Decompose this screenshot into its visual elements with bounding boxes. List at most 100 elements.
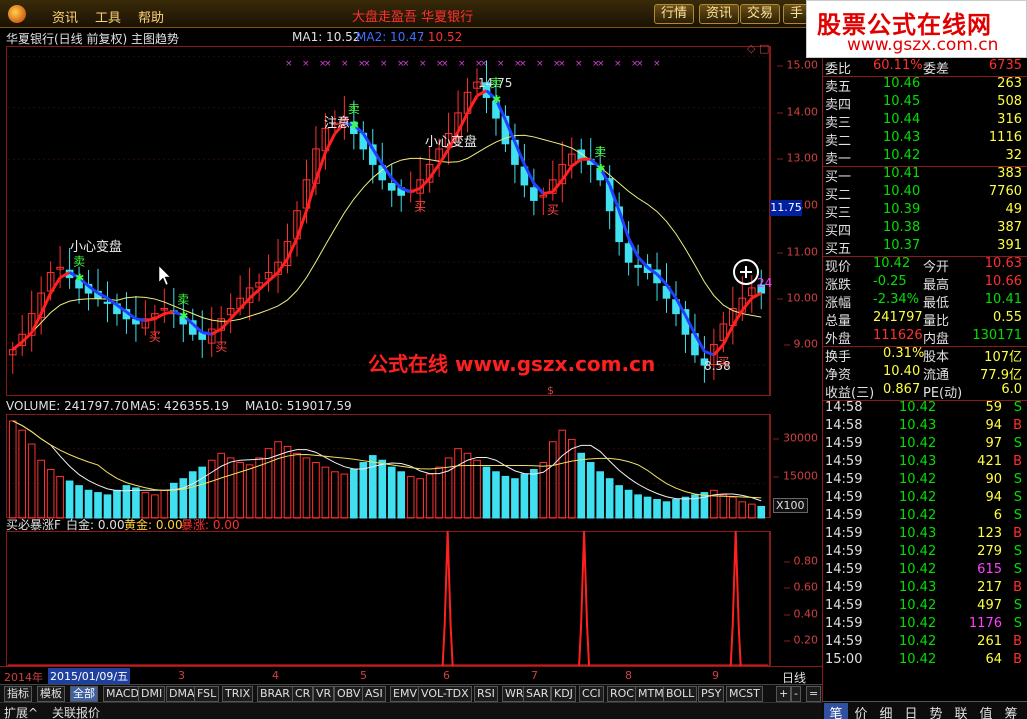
tick-price: 10.43	[899, 418, 937, 433]
stat-value: -0.25	[873, 274, 907, 289]
volume-bar	[340, 473, 349, 519]
tab-control-button[interactable]: =	[806, 686, 822, 702]
tick-time: 14:59	[825, 472, 863, 487]
stat-value: 130171	[972, 328, 1022, 343]
indicator-tab[interactable]: DMI	[138, 686, 166, 702]
volume-bar	[530, 468, 538, 519]
tick-volume: 1176	[968, 616, 1002, 631]
indicator-tab[interactable]: DMA	[166, 686, 198, 702]
volume-bar	[473, 459, 481, 519]
indicator-tab[interactable]: 模板	[37, 686, 65, 702]
diff-value: 6735	[988, 58, 1022, 73]
date-month-label: 7	[531, 669, 538, 682]
indicator-tab[interactable]: MACD	[103, 686, 142, 702]
bid-volume: 391	[997, 238, 1022, 253]
indicator-tab[interactable]: ROC	[607, 686, 637, 702]
indicator-tab[interactable]: VR	[313, 686, 335, 702]
news-button[interactable]: 资讯	[699, 4, 740, 24]
stat-value: 10.66	[984, 274, 1022, 289]
indicator-tab[interactable]: CCI	[579, 686, 604, 702]
bid-price: 10.39	[883, 202, 921, 217]
indicator-tab[interactable]: SAR	[523, 686, 552, 702]
tick-price: 10.42	[899, 652, 937, 667]
quote-footer-tab[interactable]: 笔	[824, 703, 848, 719]
top-marker-icon: ×	[285, 59, 293, 69]
indicator-tab[interactable]: ASI	[362, 686, 386, 702]
tick-side: B	[1013, 580, 1022, 595]
indicator-tab[interactable]: EMV	[390, 686, 420, 702]
menu-news[interactable]: 资讯	[52, 7, 78, 26]
ma-trend-segment	[239, 297, 251, 310]
sell-signal-label: 卖	[73, 255, 85, 269]
watermark-overlay: 公式在线 www.gszx.com.cn	[368, 352, 656, 376]
indicator-tab[interactable]: PSY	[698, 686, 725, 702]
candle-body	[103, 301, 112, 304]
volume-bar	[653, 499, 661, 519]
trade-button[interactable]: 交易	[740, 4, 781, 24]
quote-footer-tab[interactable]: 细	[874, 703, 898, 719]
tick-side: B	[1013, 418, 1022, 433]
ma-trend-segment	[410, 186, 421, 194]
indicator-tab[interactable]: BOLL	[663, 686, 698, 702]
fundamental-value: 77.9亿	[980, 368, 1022, 383]
tick-volume: 421	[977, 454, 1002, 469]
related-quotes-button[interactable]: 关联报价	[52, 704, 100, 719]
quote-footer-tab[interactable]: 筹	[999, 703, 1023, 719]
quote-footer-tab[interactable]: 势	[924, 703, 948, 719]
sell-signal-label: 卖	[177, 292, 189, 306]
quote-footer-tab[interactable]: 值	[974, 703, 998, 719]
ma-trend-segment	[703, 349, 715, 357]
volume-bar	[672, 499, 680, 519]
top-marker-icon: ×	[597, 59, 605, 69]
stat-value: 0.55	[993, 310, 1022, 325]
quote-footer-tab[interactable]: 联	[949, 703, 973, 719]
volume-bar	[226, 457, 235, 519]
indicator-tab[interactable]: OBV	[334, 686, 364, 702]
tick-time: 14:59	[825, 616, 863, 631]
tick-row: 14:59 10.42 97 S	[823, 436, 1027, 454]
menu-tools[interactable]: 工具	[95, 7, 121, 26]
indicator-tab[interactable]: CR	[292, 686, 314, 702]
tab-control-button[interactable]: +	[776, 686, 792, 702]
indicator-tab[interactable]: BRAR	[257, 686, 293, 702]
volume-bar	[293, 452, 301, 519]
indicator-tab[interactable]: FSL	[194, 686, 220, 702]
ask-row: 卖二 10.43 1116	[823, 130, 1027, 149]
quotes-button[interactable]: 行情	[654, 4, 695, 24]
expand-button[interactable]: 扩展^	[4, 704, 38, 719]
app-logo-icon[interactable]	[8, 5, 26, 23]
volume-bar	[132, 487, 140, 519]
indicator-tab[interactable]: KDJ	[551, 686, 576, 702]
tick-volume: 97	[985, 436, 1002, 451]
chart-area[interactable]: 华夏银行(日线 前复权) 主图趋势 MA1: 10.52 MA2: 10.47 …	[0, 28, 822, 684]
tick-side: B	[1013, 454, 1022, 469]
quote-footer-tab[interactable]: 日	[899, 703, 923, 719]
volume-bar	[350, 468, 358, 519]
ma-trend-segment	[210, 327, 222, 336]
top-marker-icon: ×	[302, 59, 310, 69]
ask-row: 卖一 10.42 32	[823, 148, 1027, 167]
fundamental-label: 净资	[825, 368, 852, 383]
indicator-tab[interactable]: MTM	[635, 686, 667, 702]
stat-label: 最低	[923, 296, 950, 311]
indicator-tab[interactable]: VOL-TDX	[418, 686, 472, 702]
volume-bar	[729, 496, 737, 519]
indicator-tab[interactable]: 指标	[4, 686, 32, 702]
indicator-tab[interactable]: MCST	[726, 686, 763, 702]
volume-bar	[179, 478, 188, 519]
tab-control-button[interactable]: -	[791, 686, 801, 702]
menu-help[interactable]: 帮助	[138, 7, 164, 26]
signal-star-icon: ✱	[492, 93, 501, 106]
volume-bar	[567, 438, 576, 519]
indicator-tab[interactable]: TRIX	[222, 686, 254, 702]
volume-bar	[312, 462, 320, 519]
date-axis[interactable]: 2014年 2015/01/09/五 3 4 5 6 7 8 9 日线	[0, 666, 822, 685]
ma-trend-segment	[543, 190, 554, 196]
indicator-tab[interactable]: RSI	[474, 686, 498, 702]
stat-label: 内盘	[923, 332, 950, 347]
quote-footer-tab[interactable]: 价	[849, 703, 873, 719]
stat-label: 外盘	[825, 332, 852, 347]
volume-bar	[56, 475, 64, 519]
indicator-tab[interactable]: 全部	[70, 686, 98, 702]
tick-price: 10.42	[899, 472, 937, 487]
